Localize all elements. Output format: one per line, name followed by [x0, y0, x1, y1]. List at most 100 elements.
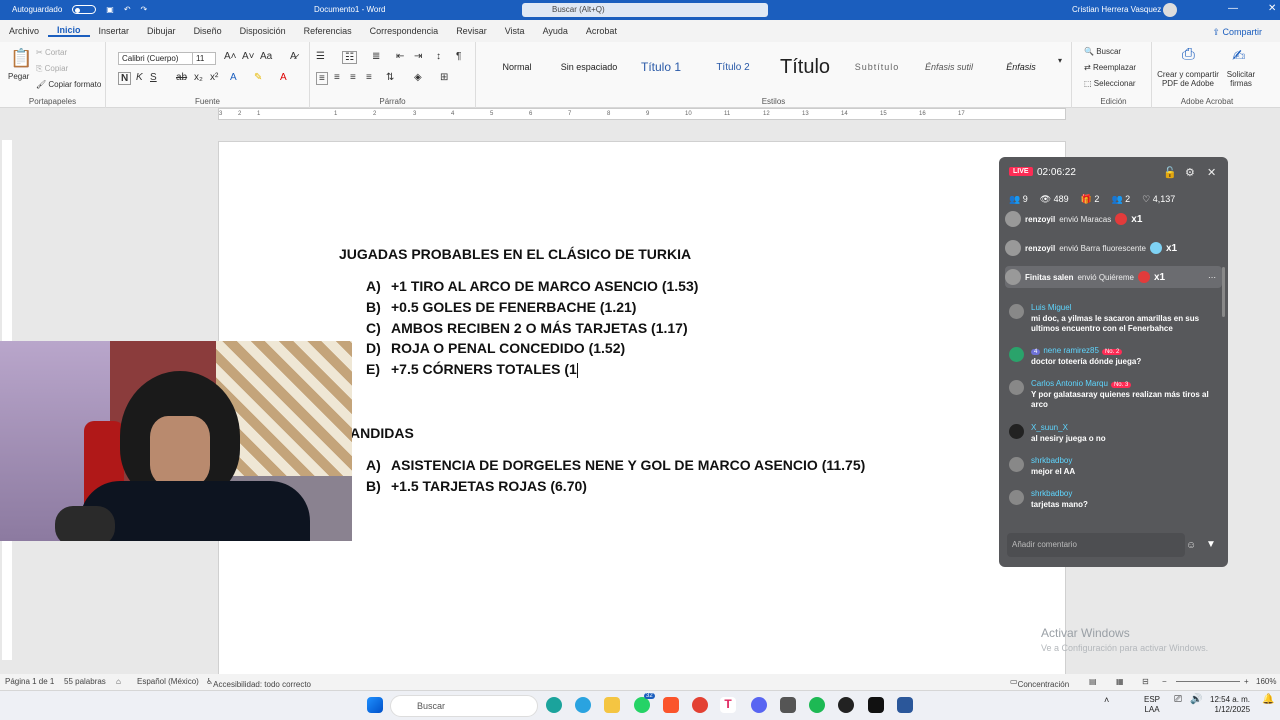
- replace-button[interactable]: ⇄ Reemplazar: [1084, 63, 1136, 72]
- whatsapp-icon[interactable]: [634, 697, 650, 713]
- shading-icon[interactable]: ◈: [414, 72, 422, 83]
- tab-inicio[interactable]: Inicio: [48, 25, 90, 37]
- obs-icon[interactable]: [838, 697, 854, 713]
- tiktok-icon[interactable]: [868, 697, 884, 713]
- decrease-indent-icon[interactable]: ⇤: [396, 51, 404, 62]
- style-no-spacing[interactable]: Sin espaciado: [554, 52, 624, 82]
- language-status[interactable]: Español (México): [137, 677, 199, 686]
- tab-disposicion[interactable]: Disposición: [231, 26, 295, 36]
- line-spacing-icon[interactable]: ⇅: [386, 72, 394, 83]
- redo-icon[interactable]: ↷: [141, 5, 148, 14]
- tab-referencias[interactable]: Referencias: [295, 26, 361, 36]
- style-normal[interactable]: Normal: [482, 52, 552, 82]
- style-subtitle[interactable]: Subtítulo: [842, 52, 912, 82]
- page-count[interactable]: Página 1 de 1: [5, 677, 54, 686]
- chat-user[interactable]: shrkbadboy: [1031, 489, 1072, 498]
- style-heading2[interactable]: Título 2: [698, 52, 768, 82]
- settings-icon[interactable]: ⚙: [1185, 166, 1195, 179]
- tab-diseno[interactable]: Diseño: [185, 26, 231, 36]
- title-search-box[interactable]: Buscar (Alt+Q): [522, 3, 768, 17]
- chat-user[interactable]: Luis Miguel: [1031, 303, 1071, 312]
- borders-icon[interactable]: ⊞: [440, 72, 448, 83]
- format-painter-button[interactable]: 🖌 Copiar formato: [36, 80, 101, 89]
- zoom-out-icon[interactable]: −: [1162, 677, 1167, 686]
- create-pdf-icon[interactable]: ⎙: [1182, 46, 1195, 64]
- proofing-icon[interactable]: ⌂: [116, 677, 121, 686]
- language-indicator[interactable]: ESP LAA: [1144, 695, 1160, 715]
- horizontal-ruler[interactable]: 3 2 1 1 2 3 4 5 6 7 8 9 10 11 12 13 14 1…: [218, 108, 1066, 120]
- style-title[interactable]: Título: [770, 52, 840, 82]
- sort-icon[interactable]: ↕: [436, 51, 441, 62]
- brave-icon[interactable]: [663, 697, 679, 713]
- accessibility-status[interactable]: ♿ Accesibilidad: todo correcto: [206, 677, 311, 689]
- tab-vista[interactable]: Vista: [496, 26, 534, 36]
- increase-indent-icon[interactable]: ⇥: [414, 51, 422, 62]
- volume-icon[interactable]: 🔊: [1190, 695, 1202, 705]
- focus-button[interactable]: ▭ Concentración: [1010, 677, 1069, 689]
- word-icon[interactable]: [897, 697, 913, 713]
- notification-icon[interactable]: 🔔: [1262, 695, 1274, 705]
- chat-user[interactable]: Carlos Antonio Marqu No. 3: [1031, 379, 1132, 388]
- superscript-button[interactable]: x²: [210, 72, 218, 83]
- user-name[interactable]: Cristian Herrera Vasquez: [1072, 5, 1161, 14]
- style-emphasis[interactable]: Énfasis: [986, 52, 1056, 82]
- edge-icon[interactable]: [546, 697, 562, 713]
- align-left-icon[interactable]: ≡: [316, 72, 328, 85]
- emoji-icon[interactable]: ☺: [1186, 540, 1196, 551]
- chat-user[interactable]: X_suun_X: [1031, 423, 1068, 432]
- bold-button[interactable]: N: [118, 72, 132, 85]
- network-icon[interactable]: ⎚: [1174, 695, 1182, 705]
- shrink-font-icon[interactable]: A˅: [242, 51, 255, 62]
- comment-input[interactable]: Añadir comentario: [1007, 533, 1185, 557]
- bullets-icon[interactable]: ☰: [316, 51, 325, 62]
- underline-button[interactable]: S: [150, 72, 157, 83]
- lock-icon[interactable]: 🔓: [1163, 166, 1177, 179]
- close-icon[interactable]: ✕: [1207, 166, 1216, 179]
- discord-icon[interactable]: [751, 697, 767, 713]
- style-heading1[interactable]: Título 1: [626, 52, 696, 82]
- pilcrow-icon[interactable]: ¶: [456, 51, 461, 62]
- paste-button[interactable]: Pegar: [8, 72, 29, 81]
- filter-icon[interactable]: ▼: [1206, 539, 1216, 550]
- clock[interactable]: 12:54 a. m. 1/12/2025: [1210, 695, 1250, 715]
- minimize-button[interactable]: —: [1228, 3, 1238, 14]
- read-mode-icon[interactable]: ▤: [1089, 677, 1097, 686]
- create-pdf-button[interactable]: Crear y compartir PDF de Adobe: [1156, 70, 1220, 88]
- telegram-icon[interactable]: [575, 697, 591, 713]
- chat-user[interactable]: shrkbadboy: [1031, 456, 1072, 465]
- calculator-icon[interactable]: [780, 697, 796, 713]
- numbering-icon[interactable]: ☷: [342, 51, 357, 64]
- autosave-toggle[interactable]: [72, 5, 97, 14]
- windows-start-icon[interactable]: [367, 697, 383, 713]
- tab-insertar[interactable]: Insertar: [90, 26, 139, 36]
- tab-ayuda[interactable]: Ayuda: [534, 26, 577, 36]
- align-right-icon[interactable]: ≡: [350, 72, 356, 83]
- styles-more-icon[interactable]: ▾: [1058, 56, 1062, 65]
- file-explorer-icon[interactable]: [604, 697, 620, 713]
- word-count[interactable]: 55 palabras: [64, 677, 106, 686]
- find-button[interactable]: 🔍 Buscar: [1084, 47, 1121, 56]
- multilevel-icon[interactable]: ≣: [372, 51, 380, 62]
- highlight-icon[interactable]: ✎: [254, 72, 262, 83]
- font-color-icon[interactable]: A: [280, 72, 287, 83]
- select-button[interactable]: ⬚ Seleccionar: [1084, 79, 1136, 88]
- tab-acrobat[interactable]: Acrobat: [577, 26, 626, 36]
- gift-row[interactable]: Finitas salen envió Quiéreme x1 ⋯: [1005, 266, 1222, 288]
- zoom-level[interactable]: 160%: [1256, 677, 1276, 686]
- request-sign-button[interactable]: Solicitar firmas: [1224, 70, 1258, 88]
- grow-font-icon[interactable]: A˄: [224, 51, 237, 62]
- font-size-select[interactable]: 11: [192, 52, 216, 65]
- paste-icon[interactable]: 📋: [10, 48, 32, 69]
- tab-archivo[interactable]: Archivo: [0, 26, 48, 36]
- web-layout-icon[interactable]: ⊟: [1142, 677, 1149, 686]
- text-effects-icon[interactable]: A: [230, 72, 237, 83]
- zoom-in-icon[interactable]: +: [1244, 677, 1249, 686]
- style-subtle-emphasis[interactable]: Énfasis sutil: [914, 52, 984, 82]
- chrome-icon[interactable]: [692, 697, 708, 713]
- taskbar-search[interactable]: Buscar: [390, 695, 538, 717]
- strikethrough-button[interactable]: ab: [176, 72, 187, 83]
- print-layout-icon[interactable]: ▦: [1116, 677, 1124, 686]
- tab-correspondencia[interactable]: Correspondencia: [361, 26, 448, 36]
- typora-icon[interactable]: T: [720, 697, 736, 713]
- change-case-icon[interactable]: Aa: [260, 51, 272, 62]
